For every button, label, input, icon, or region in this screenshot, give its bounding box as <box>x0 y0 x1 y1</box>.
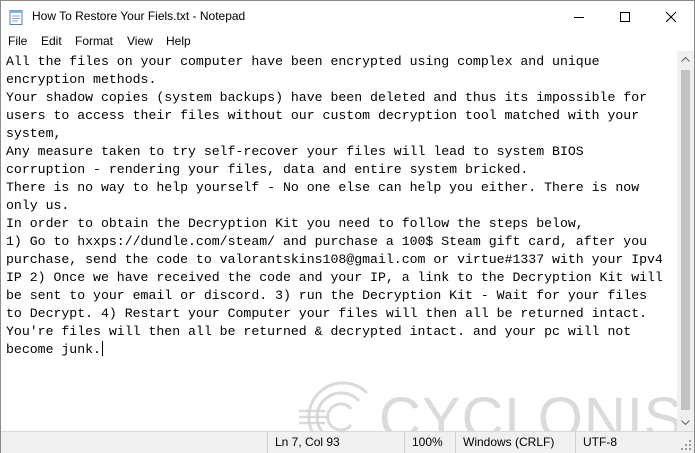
close-button[interactable] <box>648 1 694 32</box>
chevron-up-icon <box>681 57 690 62</box>
text-line: IP 2) Once we have received the code and… <box>6 270 663 285</box>
zoom-level: 100% <box>404 432 455 453</box>
menu-format[interactable]: Format <box>75 34 113 48</box>
text-line: to Decrypt. 4) Restart your Computer you… <box>6 306 648 321</box>
status-bar: Ln 7, Col 93 100% Windows (CRLF) UTF-8 <box>1 431 694 453</box>
text-line: All the files on your computer have been… <box>6 54 600 69</box>
document-text[interactable]: All the files on your computer have been… <box>6 53 663 359</box>
resize-grip-icon[interactable] <box>680 439 692 451</box>
line-ending: Windows (CRLF) <box>455 432 575 453</box>
close-icon <box>666 11 676 22</box>
text-line: Your shadow copies (system backups) have… <box>6 90 648 105</box>
encoding: UTF-8 <box>575 432 694 453</box>
text-line: There is no way to help yourself - No on… <box>6 180 640 195</box>
title-bar[interactable]: How To Restore Your Fiels.txt - Notepad <box>1 1 694 32</box>
text-line: be sent to your email or discord. 3) run… <box>6 288 648 303</box>
scroll-up-button[interactable] <box>677 51 694 68</box>
scroll-down-button[interactable] <box>677 414 694 431</box>
menu-file[interactable]: File <box>8 34 27 48</box>
text-line: become junk. <box>6 342 101 357</box>
text-line: Any measure taken to try self-recover yo… <box>6 144 584 159</box>
text-line: In order to obtain the Decryption Kit yo… <box>6 216 584 231</box>
scrollbar-thumb[interactable] <box>681 70 690 410</box>
minimize-icon <box>574 16 584 18</box>
vertical-scrollbar[interactable] <box>677 51 694 431</box>
window-title: How To Restore Your Fiels.txt - Notepad <box>32 9 246 23</box>
chevron-down-icon <box>681 420 690 425</box>
notepad-window: How To Restore Your Fiels.txt - Notepad … <box>0 0 695 453</box>
cursor-position: Ln 7, Col 93 <box>267 432 404 453</box>
cyclonis-watermark: CYCLONIS <box>297 381 677 431</box>
text-line: users to access their files without our … <box>6 108 640 123</box>
text-line: corruption - rendering your files, data … <box>6 162 529 177</box>
watermark-text: CYCLONIS <box>379 386 677 431</box>
menu-help[interactable]: Help <box>166 34 191 48</box>
menu-view[interactable]: View <box>127 34 153 48</box>
text-cursor <box>101 341 103 356</box>
menu-edit[interactable]: Edit <box>41 34 62 48</box>
menu-bar: File Edit Format View Help <box>1 32 694 51</box>
text-line: purchase, send the code to valorantskins… <box>6 252 663 267</box>
text-editor[interactable]: All the files on your computer have been… <box>1 51 677 431</box>
minimize-button[interactable] <box>556 1 602 32</box>
maximize-button[interactable] <box>602 1 648 32</box>
text-line: You're files will then all be returned &… <box>6 324 632 339</box>
text-line: only us. <box>6 198 70 213</box>
text-line: encryption methods. <box>6 72 157 87</box>
notepad-icon <box>9 10 23 25</box>
watermark-logo-icon <box>299 381 369 431</box>
maximize-icon <box>620 11 630 22</box>
text-line: system, <box>6 126 62 141</box>
text-line: 1) Go to hxxps://dundle.com/steam/ and p… <box>6 234 648 249</box>
